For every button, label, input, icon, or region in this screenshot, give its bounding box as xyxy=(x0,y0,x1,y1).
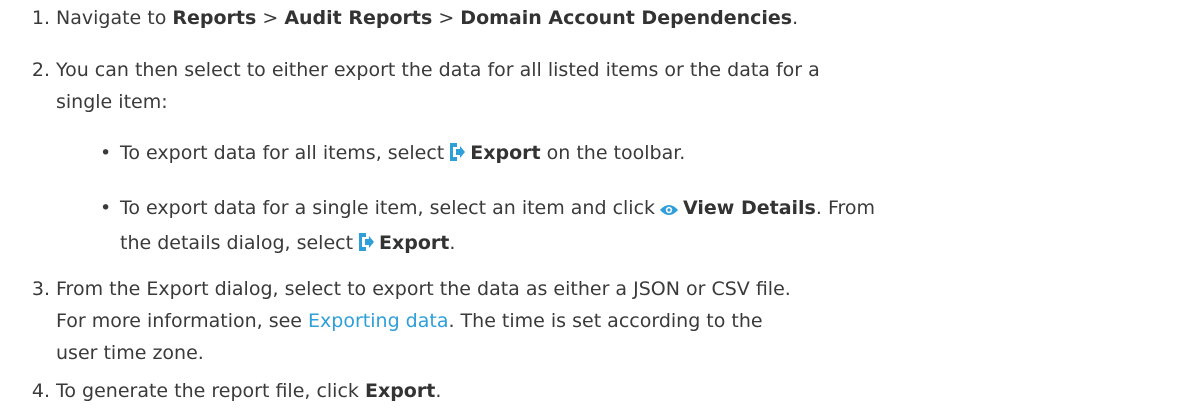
step-number: 3. xyxy=(31,278,50,300)
export-icon xyxy=(357,230,375,262)
step-number: 2. xyxy=(31,59,50,81)
step-text: From the Export dialog, select to export… xyxy=(56,278,791,364)
exporting-data-link[interactable]: Exporting data xyxy=(308,310,448,332)
breadcrumb-domain-account-dependencies: Domain Account Dependencies xyxy=(460,7,793,29)
bullet-item: • To export data for a single item, sele… xyxy=(100,192,1171,262)
step-text: You can then select to either export the… xyxy=(56,59,820,113)
step-number: 4. xyxy=(31,380,50,402)
export-icon xyxy=(448,140,466,172)
step-number: 1. xyxy=(31,7,50,29)
export-label: Export xyxy=(379,232,450,254)
export-label: Export xyxy=(364,380,436,402)
bullet-item: • To export data for all items, select Ex… xyxy=(100,137,1171,172)
step-text: To generate the report file, click Expor… xyxy=(56,380,442,402)
breadcrumb-reports: Reports xyxy=(172,7,257,29)
view-details-label: View Details xyxy=(683,197,816,219)
breadcrumb-audit-reports: Audit Reports xyxy=(284,7,433,29)
step-text: Navigate to Reports > Audit Reports > Do… xyxy=(56,7,799,29)
export-label: Export xyxy=(470,142,541,164)
eye-icon xyxy=(659,195,679,227)
